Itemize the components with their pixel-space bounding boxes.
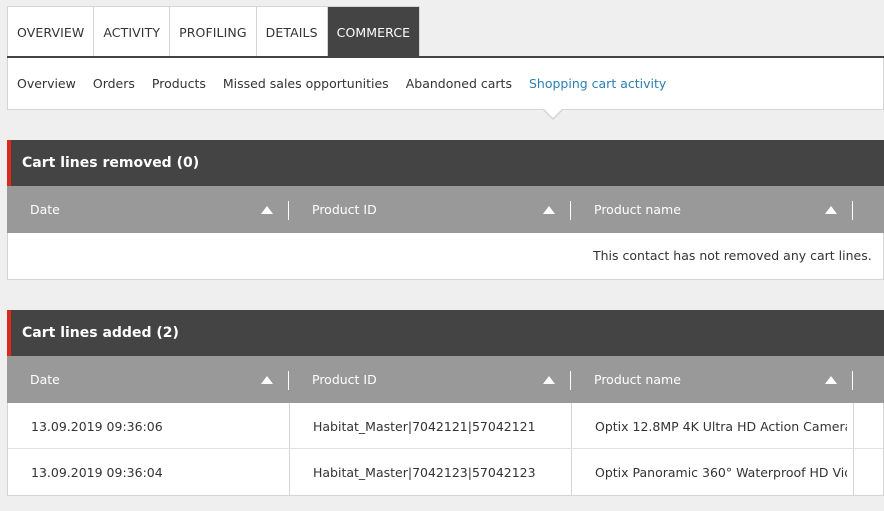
cell-date: 13.09.2019 09:36:04 [31, 464, 163, 480]
subnav-orders[interactable]: Orders [93, 76, 135, 91]
table-header: Date Product ID Product name [7, 356, 884, 403]
tab-profiling[interactable]: PROFILING [170, 7, 257, 57]
sort-up-icon[interactable] [543, 206, 555, 214]
table-header: Date Product ID Product name [7, 186, 884, 233]
tab-activity[interactable]: ACTIVITY [94, 7, 171, 57]
table-body: 13.09.2019 09:36:06 Habitat_Master|70421… [7, 403, 884, 496]
subnav-overview[interactable]: Overview [17, 76, 76, 91]
section-header: Cart lines removed (0) [7, 140, 884, 186]
cart-lines-removed-panel: Cart lines removed (0) Date Product ID P… [7, 140, 884, 280]
cart-lines-added-panel: Cart lines added (2) Date Product ID Pro… [7, 310, 884, 496]
active-indicator-caret [544, 109, 562, 118]
column-header-date[interactable]: Date [30, 356, 60, 403]
table-row[interactable]: 13.09.2019 09:36:06 Habitat_Master|70421… [8, 403, 883, 449]
table-body: This contact has not removed any cart li… [7, 233, 884, 280]
cell-product-id: Habitat_Master|7042123|57042123 [313, 464, 536, 480]
subnav-products[interactable]: Products [152, 76, 206, 91]
empty-state-message: This contact has not removed any cart li… [593, 248, 872, 263]
column-divider [570, 201, 571, 220]
commerce-subnav: Overview Orders Products Missed sales op… [7, 58, 884, 120]
sort-up-icon[interactable] [261, 206, 273, 214]
cell-date: 13.09.2019 09:36:06 [31, 418, 163, 434]
column-header-product-name[interactable]: Product name [594, 186, 681, 233]
subnav-shopping-cart-activity[interactable]: Shopping cart activity [529, 76, 666, 91]
column-divider [570, 371, 571, 390]
column-divider [852, 201, 853, 220]
main-tab-bar: OVERVIEW ACTIVITY PROFILING DETAILS COMM… [7, 6, 421, 57]
section-title: Cart lines added (2) [22, 325, 179, 341]
tab-commerce[interactable]: COMMERCE [327, 7, 420, 57]
cell-product-name: Optix 12.8MP 4K Ultra HD Action Camera [595, 418, 847, 434]
subnav-missed-sales[interactable]: Missed sales opportunities [223, 76, 389, 91]
tab-overview[interactable]: OVERVIEW [8, 7, 95, 57]
column-divider [288, 201, 289, 220]
sort-up-icon[interactable] [825, 376, 837, 384]
sort-up-icon[interactable] [825, 206, 837, 214]
cell-product-name: Optix Panoramic 360° Waterproof HD Vide… [595, 464, 847, 480]
column-header-date[interactable]: Date [30, 186, 60, 233]
column-header-product-name[interactable]: Product name [594, 356, 681, 403]
section-header: Cart lines added (2) [7, 310, 884, 356]
column-header-product-id[interactable]: Product ID [312, 356, 377, 403]
section-title: Cart lines removed (0) [22, 155, 200, 171]
sort-up-icon[interactable] [543, 376, 555, 384]
tab-details[interactable]: DETAILS [257, 7, 328, 57]
subnav-abandoned-carts[interactable]: Abandoned carts [406, 76, 512, 91]
empty-state-row: This contact has not removed any cart li… [8, 233, 883, 279]
column-divider [288, 371, 289, 390]
column-header-product-id[interactable]: Product ID [312, 186, 377, 233]
column-divider [852, 371, 853, 390]
sort-up-icon[interactable] [261, 376, 273, 384]
table-row[interactable]: 13.09.2019 09:36:04 Habitat_Master|70421… [8, 449, 883, 495]
cell-product-id: Habitat_Master|7042121|57042121 [313, 418, 536, 434]
